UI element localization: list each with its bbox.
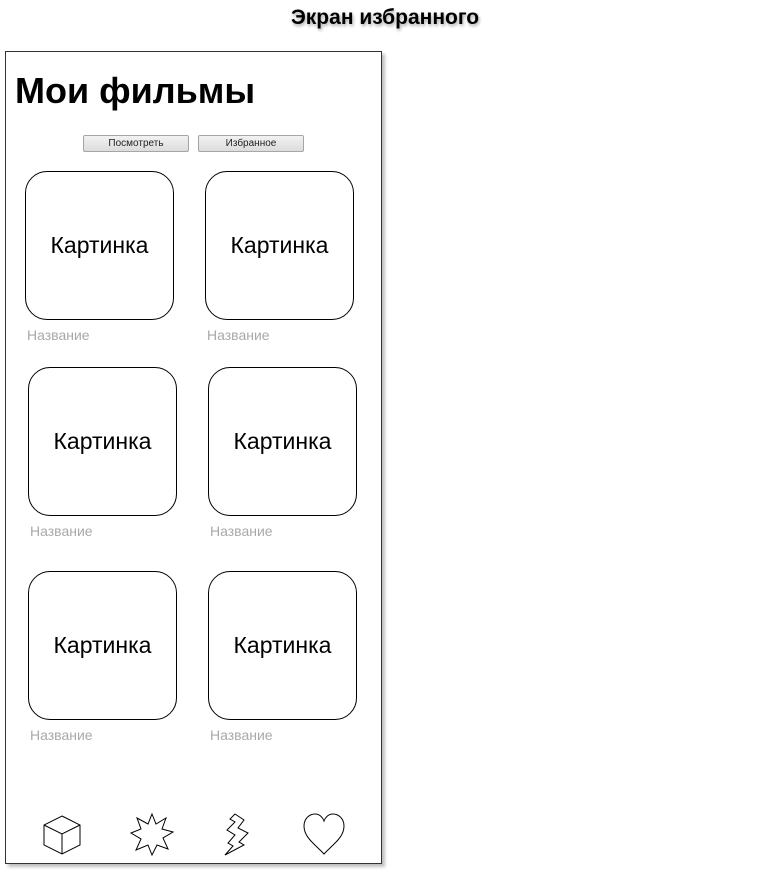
movie-card[interactable]: Картинка Название <box>208 367 358 539</box>
movie-picture[interactable]: Картинка <box>28 367 177 516</box>
movie-card[interactable]: Картинка Название <box>28 367 178 539</box>
page-title: Мои фильмы <box>15 70 256 111</box>
phone-frame: Мои фильмы Посмотреть Избранное Картинка… <box>5 51 382 864</box>
movie-name: Название <box>210 727 273 743</box>
movie-picture[interactable]: Картинка <box>208 367 357 516</box>
cube-icon[interactable] <box>40 812 84 856</box>
movie-card[interactable]: Картинка Название <box>205 171 355 343</box>
starburst-icon[interactable] <box>129 812 175 857</box>
movie-name: Название <box>30 727 93 743</box>
tab-favorites[interactable]: Избранное <box>198 135 304 152</box>
screen-title: Экран избранного <box>290 6 480 29</box>
tab-watch[interactable]: Посмотреть <box>83 135 189 152</box>
movie-card[interactable]: Картинка Название <box>25 171 175 343</box>
movie-card[interactable]: Картинка Название <box>208 571 358 743</box>
movie-card[interactable]: Картинка Название <box>28 571 178 743</box>
lightning-icon[interactable] <box>218 812 262 856</box>
movie-picture[interactable]: Картинка <box>208 571 357 720</box>
movie-picture[interactable]: Картинка <box>28 571 177 720</box>
movie-picture[interactable]: Картинка <box>205 171 354 320</box>
movie-name: Название <box>210 523 273 539</box>
movie-name: Название <box>30 523 93 539</box>
movie-picture[interactable]: Картинка <box>25 171 174 320</box>
movie-name: Название <box>207 327 270 343</box>
movie-name: Название <box>27 327 90 343</box>
heart-icon[interactable] <box>302 812 346 856</box>
